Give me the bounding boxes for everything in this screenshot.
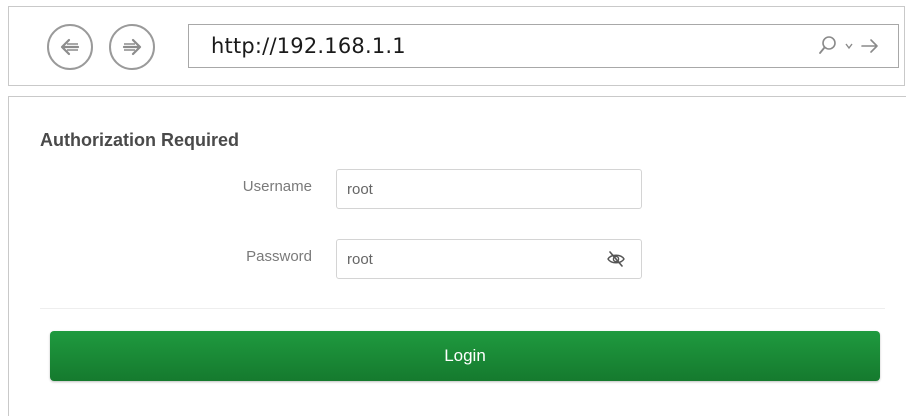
address-bar[interactable]: http://192.168.1.1 — [188, 24, 899, 68]
forward-button[interactable] — [109, 24, 155, 70]
divider — [40, 308, 885, 309]
go-arrow-icon[interactable] — [860, 37, 880, 55]
page-title: Authorization Required — [40, 130, 239, 150]
username-field[interactable] — [336, 169, 642, 209]
back-arrow-icon — [60, 38, 80, 56]
search-icon[interactable] — [818, 35, 838, 57]
eye-slash-icon — [607, 251, 625, 267]
browser-toolbar: http://192.168.1.1 — [8, 6, 905, 86]
address-url[interactable]: http://192.168.1.1 — [211, 34, 406, 58]
back-button[interactable] — [47, 24, 93, 70]
username-label: Username — [242, 178, 312, 195]
chevron-down-icon[interactable] — [844, 41, 854, 51]
forward-arrow-icon — [122, 38, 142, 56]
login-button[interactable]: Login — [50, 331, 880, 381]
password-label: Password — [246, 248, 312, 265]
address-tools — [818, 25, 880, 67]
password-field[interactable] — [336, 239, 642, 279]
password-reveal-toggle[interactable] — [604, 247, 628, 271]
